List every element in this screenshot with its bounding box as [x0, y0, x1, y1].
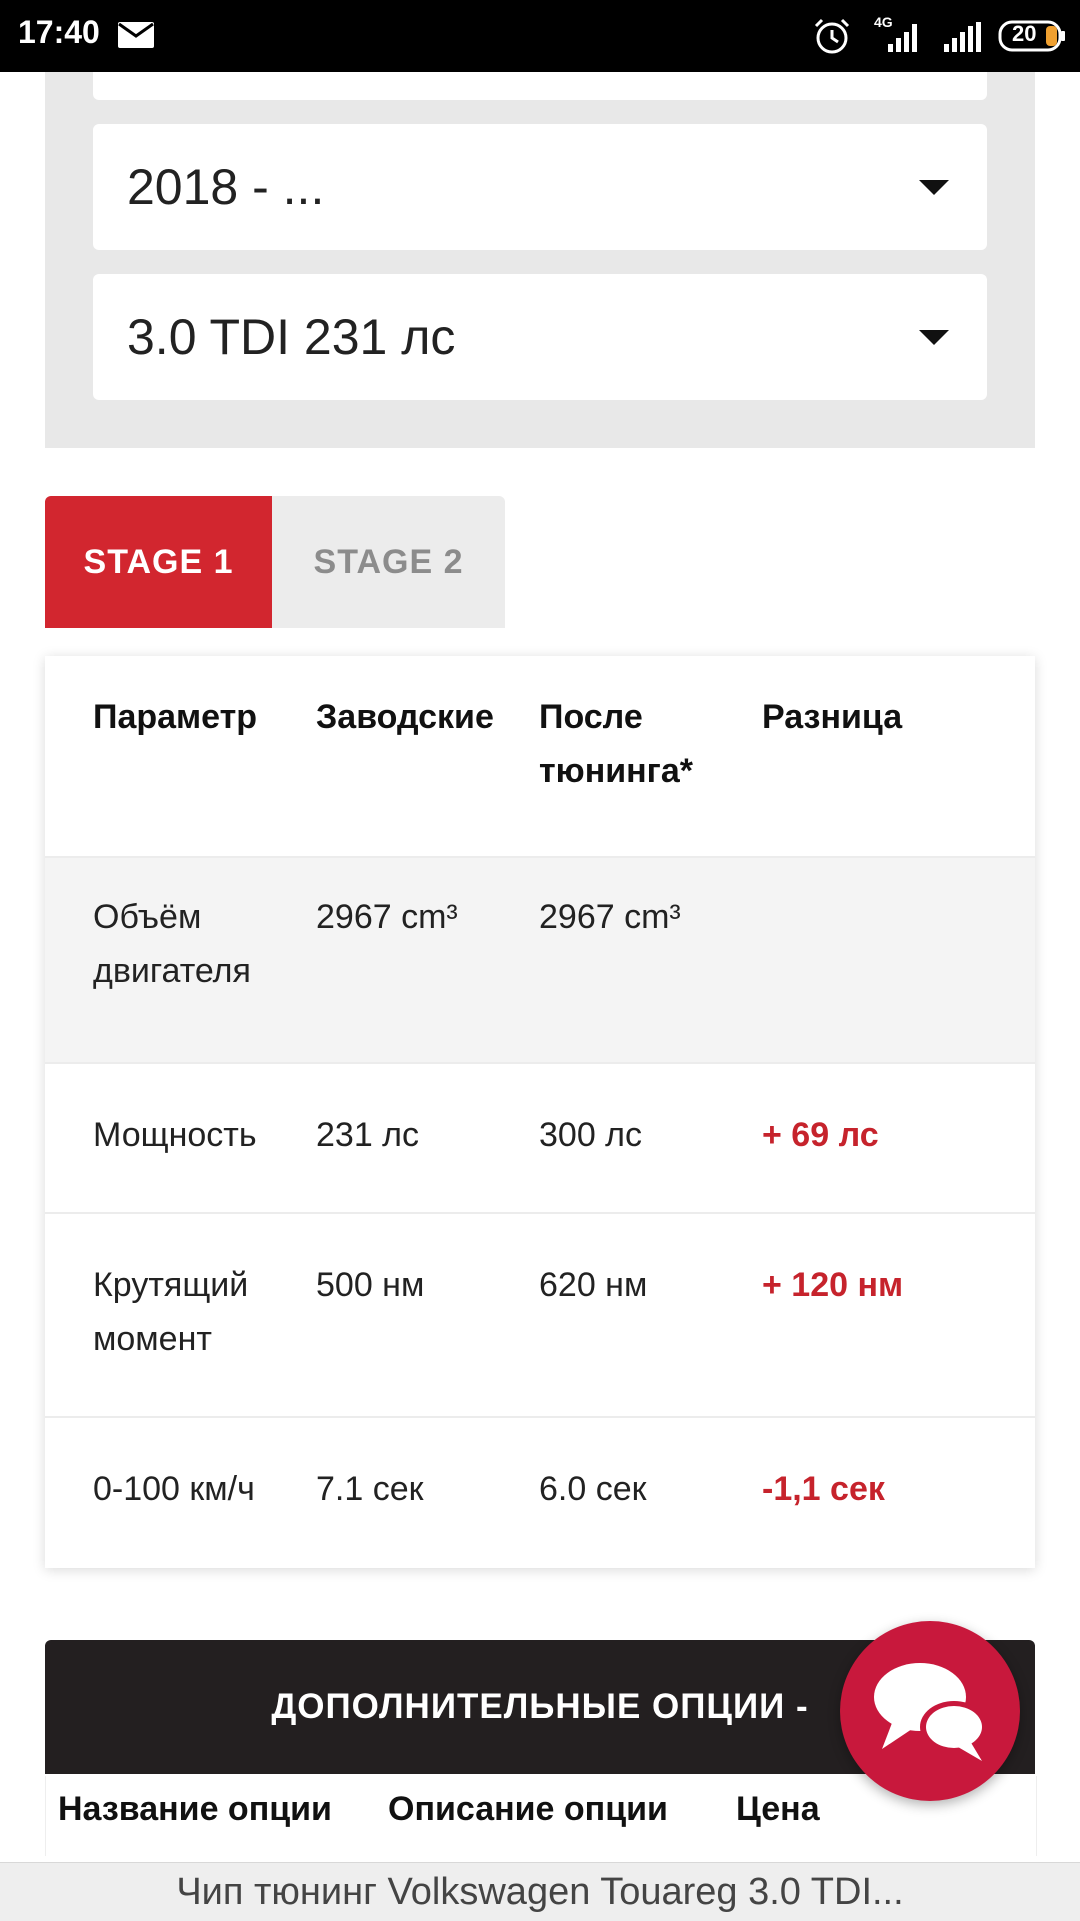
table-row: Мощность 231 лс 300 лс + 69 лс: [45, 1064, 1035, 1214]
row-stock: 7.1 сек: [316, 1470, 424, 1508]
row-stock: 2967 cm³: [316, 898, 458, 936]
page-title: Чип тюнинг Volkswagen Touareg 3.0 TDI...: [176, 1870, 904, 1913]
engine-select[interactable]: 3.0 TDI 231 лс: [93, 274, 987, 400]
mail-icon: [118, 22, 154, 48]
header-tuned: После тюнинга*: [539, 698, 693, 790]
model-select[interactable]: [93, 72, 987, 100]
signal-icon: [888, 24, 917, 52]
chat-bubbles-icon: [874, 1663, 988, 1761]
row-tuned: 2967 cm³: [539, 898, 681, 936]
chat-button[interactable]: [840, 1621, 1020, 1801]
row-diff: + 120 нм: [762, 1266, 904, 1304]
stage-tabs: STAGE 1 STAGE 2: [45, 496, 505, 628]
year-select-value: 2018 - ...: [127, 159, 325, 215]
battery-level: 20: [1012, 21, 1037, 46]
table-row: Объём двигателя 2967 cm³ 2967 cm³: [45, 858, 1035, 1064]
tab-stage-2[interactable]: STAGE 2: [272, 496, 505, 628]
row-param: Объём двигателя: [93, 898, 251, 990]
row-param: Мощность: [93, 1116, 257, 1154]
signal-icon-2: [944, 22, 981, 52]
car-selector-panel: 2018 - ... 3.0 TDI 231 лс: [45, 72, 1035, 448]
engine-select-value: 3.0 TDI 231 лс: [127, 309, 456, 365]
alarm-icon: [814, 18, 850, 54]
header-param: Параметр: [93, 698, 258, 736]
status-time: 17:40: [18, 14, 100, 50]
header-diff: Разница: [762, 698, 903, 736]
row-stock: 231 лс: [316, 1116, 420, 1154]
page-title-bar: Чип тюнинг Volkswagen Touareg 3.0 TDI...: [0, 1862, 1080, 1921]
spec-table: Параметр Заводские После тюнинга* Разниц…: [45, 656, 1035, 1568]
row-diff: -1,1 сек: [762, 1470, 885, 1508]
row-stock: 500 нм: [316, 1266, 425, 1304]
chevron-down-icon: [919, 330, 949, 345]
tab-stage-1[interactable]: STAGE 1: [45, 496, 272, 628]
option-price-header: Цена: [736, 1790, 820, 1828]
header-stock: Заводские: [316, 698, 494, 736]
year-select[interactable]: 2018 - ...: [93, 124, 987, 250]
row-tuned: 6.0 сек: [539, 1470, 647, 1508]
row-tuned: 620 нм: [539, 1266, 648, 1304]
option-name-header: Название опции: [58, 1790, 332, 1828]
chevron-down-icon: [919, 180, 949, 195]
row-diff: + 69 лс: [762, 1116, 879, 1154]
option-description-header: Описание опции: [388, 1790, 668, 1828]
options-title: ДОПОЛНИТЕЛЬНЫЕ ОПЦИИ -: [271, 1687, 809, 1726]
status-bar: 17:40 4G 20: [0, 0, 1080, 72]
table-header-row: Параметр Заводские После тюнинга* Разниц…: [45, 656, 1035, 858]
row-param: 0-100 км/ч: [93, 1470, 255, 1508]
table-row: Крутящий момент 500 нм 620 нм + 120 нм: [45, 1214, 1035, 1418]
table-row: 0-100 км/ч 7.1 сек 6.0 сек -1,1 сек: [45, 1418, 1035, 1568]
row-tuned: 300 лс: [539, 1116, 643, 1154]
row-param: Крутящий момент: [93, 1266, 249, 1358]
